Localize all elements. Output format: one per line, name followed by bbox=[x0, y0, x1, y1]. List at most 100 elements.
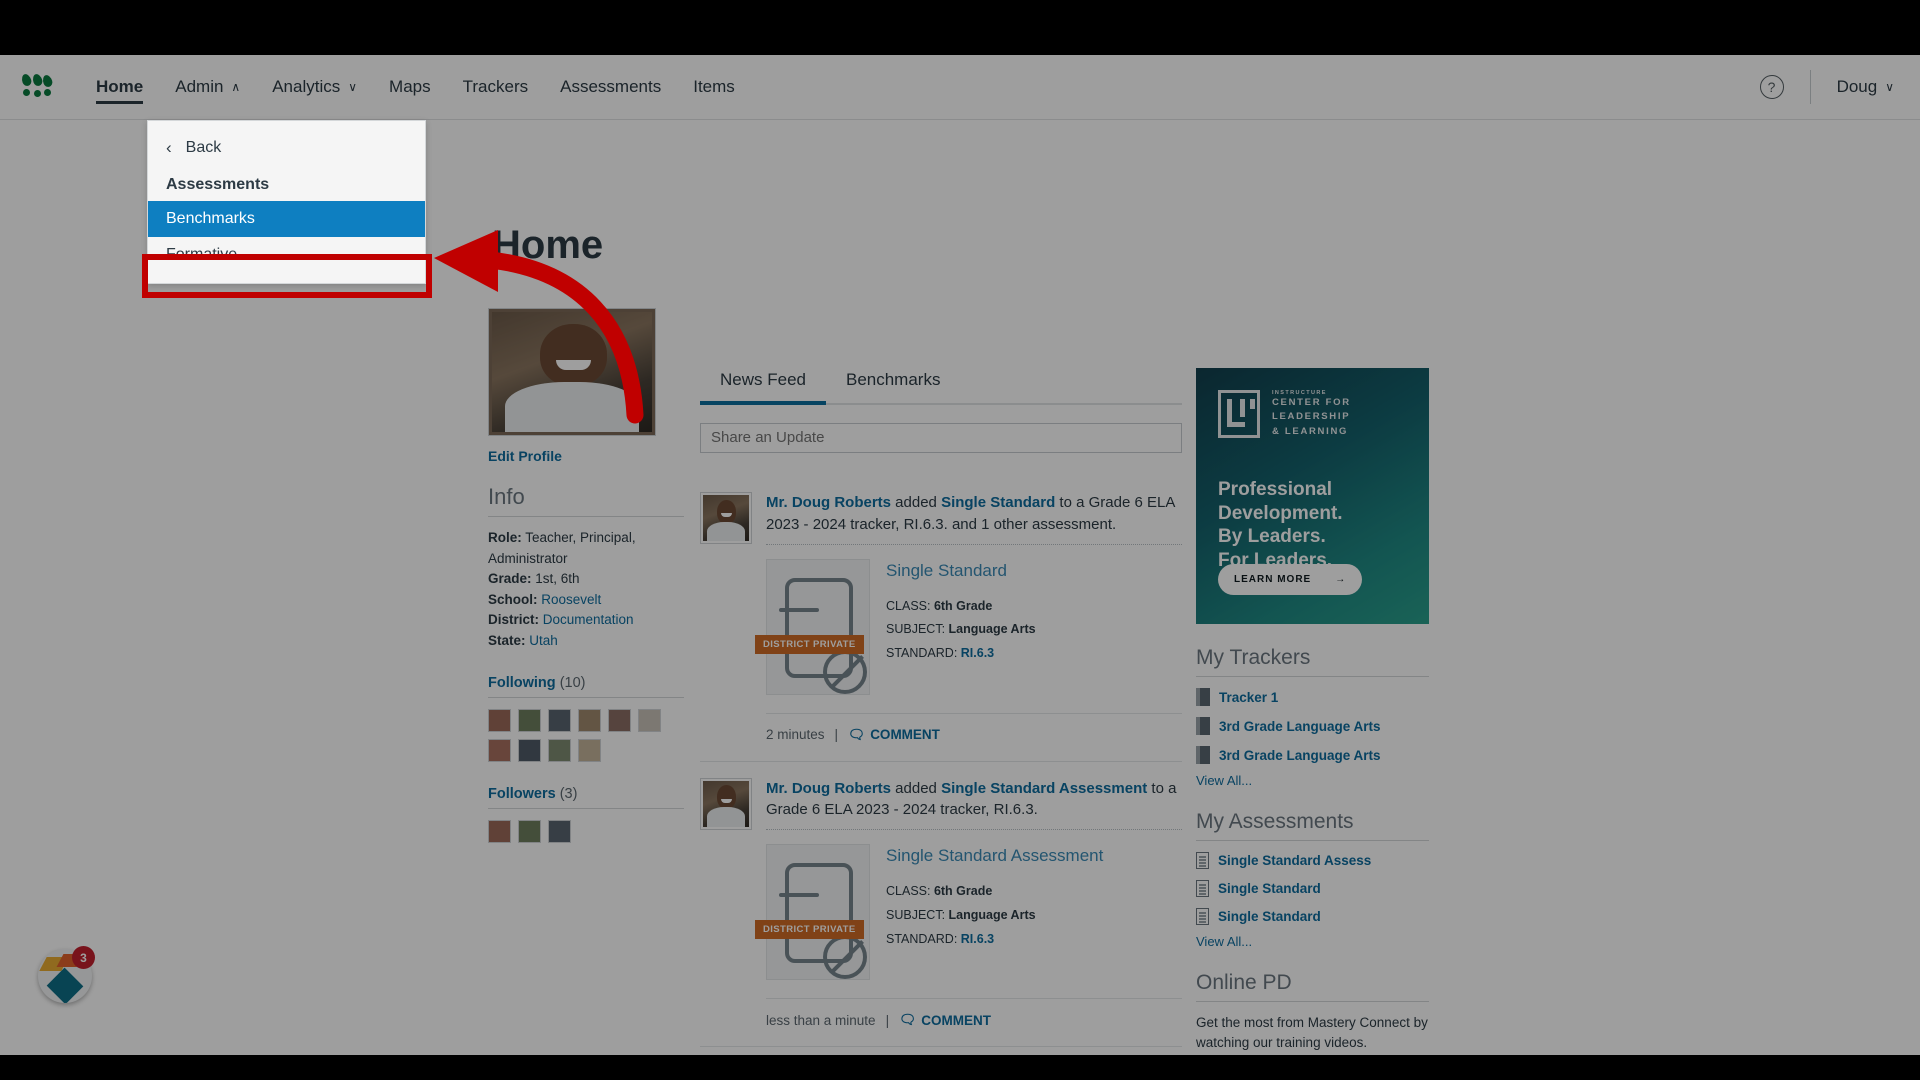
post-card-title[interactable]: Single Standard bbox=[886, 561, 1036, 581]
info-row: State: Utah bbox=[488, 631, 684, 652]
post-card-title-text: Single Standard Assessment bbox=[886, 846, 1104, 865]
promo-headline-line: Professional Development. bbox=[1218, 479, 1343, 524]
admin-dropdown-menu: ‹ Back Assessments Benchmarks Formative bbox=[147, 120, 426, 284]
nav-right-actions: ? Doug ∨ bbox=[1759, 70, 1920, 104]
dropdown-item-formative[interactable]: Formative bbox=[148, 237, 425, 273]
user-menu-button[interactable]: Doug ∨ bbox=[1837, 77, 1894, 97]
post-author-avatar[interactable] bbox=[700, 777, 752, 830]
info-list: Role: Teacher, Principal, Administrator G… bbox=[488, 528, 684, 651]
post-card-row: CLASS: 6th Grade bbox=[886, 880, 1103, 904]
avatar[interactable] bbox=[488, 709, 511, 733]
info-row: Grade: 1st, 6th bbox=[488, 569, 684, 590]
dropdown-item-benchmarks[interactable]: Benchmarks bbox=[148, 201, 425, 237]
promo-banner[interactable]: INSTRUCTURE CENTER FOR LEADERSHIP & LEARNI… bbox=[1196, 368, 1429, 624]
rail-list-item[interactable]: 3rd Grade Language Arts bbox=[1196, 717, 1429, 735]
avatar[interactable] bbox=[548, 709, 571, 733]
rail-list-item[interactable]: 3rd Grade Language Arts bbox=[1196, 746, 1429, 764]
info-value[interactable]: Roosevelt bbox=[538, 592, 601, 607]
nav-items: Home Admin ∧ Analytics ∨ Maps Trackers Assessme… bbox=[80, 55, 751, 120]
my-trackers-heading: My Trackers bbox=[1196, 646, 1429, 677]
post-card-row-value: 6th Grade bbox=[933, 598, 993, 613]
nav-item-admin[interactable]: Admin ∧ bbox=[159, 55, 256, 120]
post-card-title[interactable]: Single Standard Assessment bbox=[886, 846, 1103, 866]
post-card-row-value[interactable]: RI.6.3 bbox=[961, 646, 994, 660]
info-key: Grade: bbox=[488, 571, 532, 587]
post-text: Mr. Doug Roberts added Single Standard t… bbox=[766, 492, 1182, 536]
assessment-restricted-icon[interactable]: DISTRICT PRIVATE bbox=[755, 558, 870, 695]
avatar[interactable] bbox=[518, 709, 541, 733]
comment-icon: 🗨 bbox=[899, 1012, 917, 1027]
info-value[interactable]: Documentation bbox=[539, 612, 634, 627]
post-author-link[interactable]: Mr. Doug Roberts bbox=[766, 494, 891, 511]
avatar[interactable] bbox=[518, 739, 541, 763]
tab-news-feed[interactable]: News Feed bbox=[700, 370, 826, 405]
post-object-link[interactable]: Single Standard Assessment bbox=[941, 780, 1147, 797]
followers-heading[interactable]: Followers (3) bbox=[488, 786, 684, 810]
post-object-link[interactable]: Single Standard bbox=[941, 494, 1055, 511]
chevron-up-icon: ∧ bbox=[231, 80, 241, 94]
nav-item-label: Home bbox=[96, 77, 144, 96]
document-icon bbox=[1196, 908, 1209, 925]
comment-button[interactable]: 🗨 COMMENT bbox=[848, 727, 940, 743]
post-card-rows: CLASS: 6th Grade SUBJECT: Language Arts ST… bbox=[886, 880, 1103, 951]
share-update-input[interactable] bbox=[700, 423, 1182, 453]
promo-learn-more-button[interactable]: LEARN MORE → bbox=[1218, 564, 1363, 595]
post-footer: 2 minutes | 🗨 COMMENT bbox=[766, 712, 1182, 743]
info-heading: Info bbox=[488, 484, 684, 517]
rail-list-item-label: Tracker 1 bbox=[1219, 689, 1279, 705]
following-heading[interactable]: Following (10) bbox=[488, 675, 684, 699]
nav-item-assessments[interactable]: Assessments bbox=[544, 55, 677, 120]
avatar[interactable] bbox=[578, 739, 601, 763]
dropdown-section-label: Assessments bbox=[166, 176, 270, 193]
page-title: Home bbox=[492, 223, 604, 267]
assessment-restricted-icon[interactable]: DISTRICT PRIVATE bbox=[755, 844, 870, 980]
nav-item-maps[interactable]: Maps bbox=[373, 55, 447, 120]
nav-item-label: Analytics bbox=[272, 77, 341, 96]
avatar[interactable] bbox=[488, 739, 511, 763]
nav-item-label: Trackers bbox=[462, 77, 529, 96]
chevron-down-icon: ∨ bbox=[1885, 80, 1894, 94]
nav-item-trackers[interactable]: Trackers bbox=[447, 55, 545, 120]
nav-item-home[interactable]: Home bbox=[80, 55, 159, 120]
promo-brand-line: CENTER FOR bbox=[1272, 397, 1351, 408]
nav-item-analytics[interactable]: Analytics ∨ bbox=[256, 55, 373, 120]
post-card-row: CLASS: 6th Grade bbox=[886, 595, 1036, 619]
avatar[interactable] bbox=[488, 820, 511, 844]
avatar[interactable] bbox=[518, 820, 541, 844]
assessments-view-all-link[interactable]: View All... bbox=[1196, 934, 1429, 949]
district-private-badge: DISTRICT PRIVATE bbox=[755, 920, 864, 939]
notifications-fab[interactable]: 3 bbox=[38, 946, 95, 1003]
info-value[interactable]: Utah bbox=[526, 633, 558, 648]
post-card-meta: Single Standard Assessment CLASS: 6th Gra… bbox=[886, 844, 1103, 980]
profile-avatar[interactable] bbox=[488, 308, 656, 436]
tab-benchmarks[interactable]: Benchmarks bbox=[826, 370, 960, 403]
online-pd-text: Get the most from Mastery Connect by wat… bbox=[1196, 1015, 1428, 1050]
post-card-row-value[interactable]: RI.6.3 bbox=[961, 932, 994, 946]
avatar[interactable] bbox=[548, 820, 571, 844]
help-icon[interactable]: ? bbox=[1759, 75, 1784, 99]
post-card-row-value: 6th Grade bbox=[933, 884, 993, 898]
avatar[interactable] bbox=[608, 709, 631, 733]
comment-button[interactable]: 🗨 COMMENT bbox=[899, 1012, 991, 1028]
dropdown-back-button[interactable]: ‹ Back bbox=[148, 129, 425, 167]
info-key: State: bbox=[488, 632, 526, 648]
avatar[interactable] bbox=[548, 739, 571, 763]
avatar[interactable] bbox=[578, 709, 601, 733]
post-card-row-key: SUBJECT: bbox=[886, 622, 949, 637]
post-card-row-key: SUBJECT: bbox=[886, 907, 949, 922]
post-card-row-key: STANDARD: bbox=[886, 646, 961, 660]
edit-profile-link[interactable]: Edit Profile bbox=[488, 448, 684, 464]
trackers-view-all-link[interactable]: View All... bbox=[1196, 773, 1429, 788]
post-card-row: STANDARD: RI.6.3 bbox=[886, 642, 1036, 666]
district-private-badge: DISTRICT PRIVATE bbox=[755, 634, 864, 654]
nav-item-items[interactable]: Items bbox=[677, 55, 751, 120]
post-author-link[interactable]: Mr. Doug Roberts bbox=[766, 780, 891, 797]
rail-list-item[interactable]: Tracker 1 bbox=[1196, 688, 1429, 706]
post-card-row-key: STANDARD: bbox=[886, 931, 961, 946]
rail-list-item[interactable]: Single Standard bbox=[1196, 880, 1429, 897]
avatar[interactable] bbox=[638, 709, 661, 733]
mastery-connect-logo-icon[interactable] bbox=[20, 72, 54, 100]
rail-list-item[interactable]: Single Standard Assess bbox=[1196, 852, 1429, 869]
rail-list-item[interactable]: Single Standard bbox=[1196, 908, 1429, 925]
post-author-avatar[interactable] bbox=[700, 492, 752, 544]
